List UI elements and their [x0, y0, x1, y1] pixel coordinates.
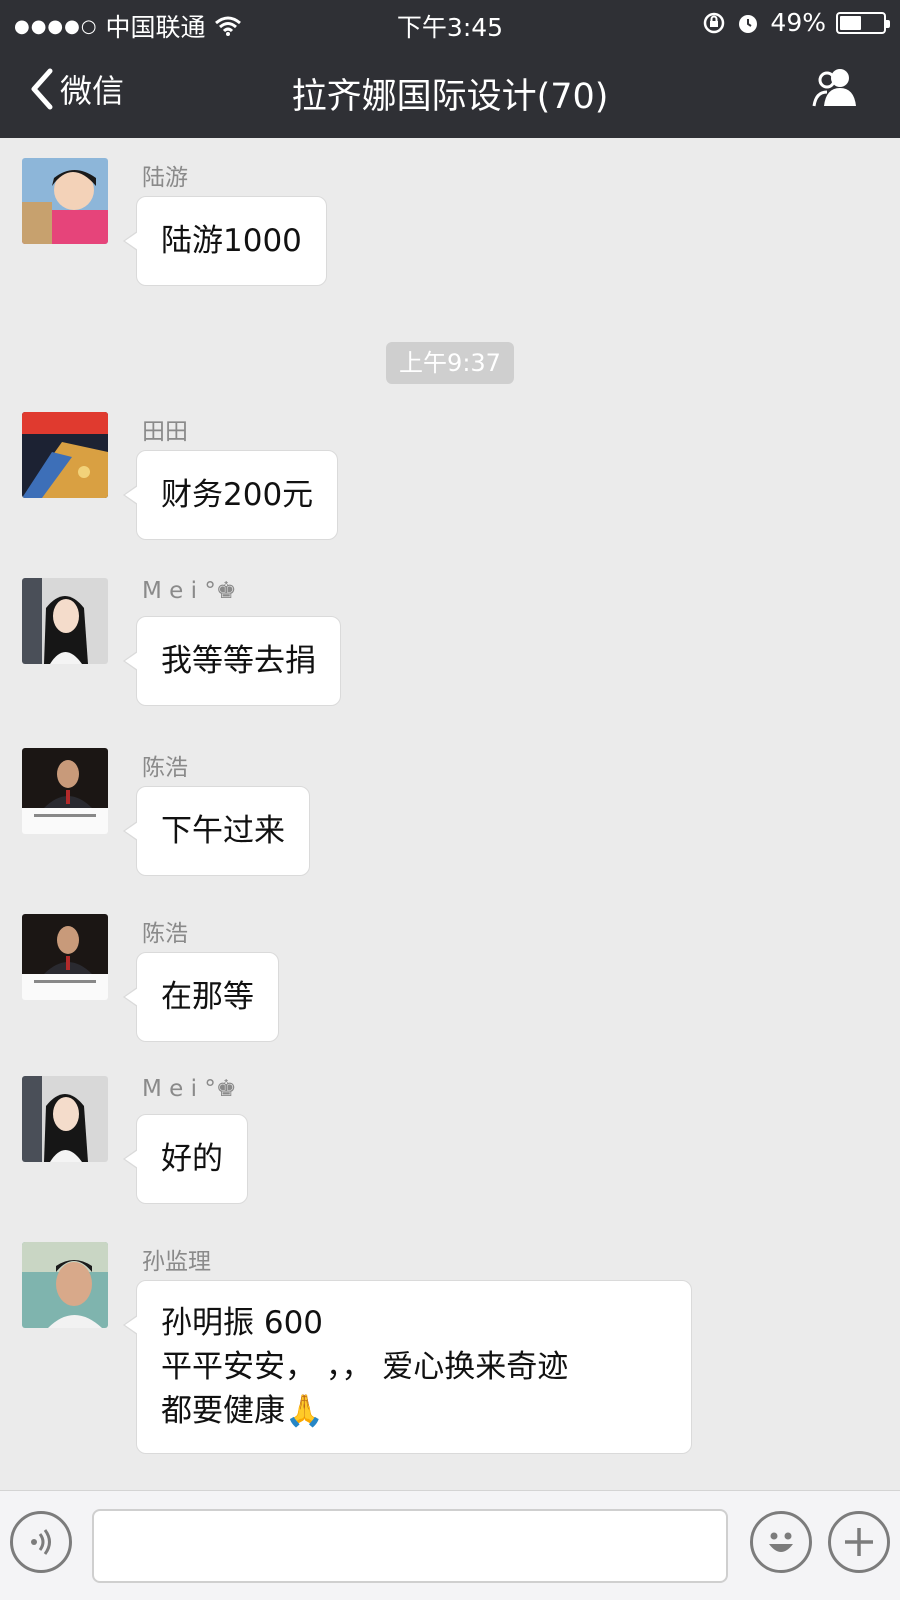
battery-icon	[836, 11, 890, 34]
message-text: 财务200元	[161, 477, 314, 513]
message-bubble[interactable]: 在那等	[123, 952, 279, 1042]
input-bar	[0, 1490, 900, 1600]
plus-icon	[845, 1528, 873, 1556]
message-text: 陆游1000	[161, 223, 302, 259]
message-input[interactable]	[92, 1509, 728, 1583]
message-bubble[interactable]: 我等等去捐	[123, 616, 341, 706]
message-bubble[interactable]: 陆游1000	[123, 196, 327, 286]
voice-button[interactable]	[10, 1511, 72, 1573]
rotation-lock-icon	[704, 12, 725, 33]
voice-icon	[31, 1529, 51, 1555]
emoji-button[interactable]	[750, 1511, 812, 1573]
avatar[interactable]	[22, 1242, 108, 1328]
sender-name: 陈浩	[142, 921, 188, 947]
message-text: 下午过来	[161, 813, 285, 849]
status-bar: ●●●●○ 中国联通 下午3:45 49%	[0, 0, 900, 46]
message-bubble[interactable]: 孙明振 600 平平安安， ，， 爱心换来奇迹 都要健康🙏	[123, 1280, 692, 1454]
sender-name: M e i °♚	[142, 578, 237, 604]
message-text: 我等等去捐	[161, 643, 316, 679]
group-members-icon	[812, 69, 856, 107]
message-text: 都要健康🙏	[161, 1393, 324, 1429]
timestamp-divider: 上午9:37	[386, 342, 514, 384]
message-bubble[interactable]: 好的	[123, 1114, 248, 1204]
avatar-image	[22, 1076, 108, 1162]
message-text: 好的	[161, 1141, 223, 1177]
avatar-image	[22, 748, 108, 834]
battery-fill	[840, 15, 861, 30]
sender-name: 陈浩	[142, 755, 188, 781]
status-right: 49%	[702, 8, 890, 37]
group-info-button[interactable]	[810, 66, 860, 114]
alarm-icon	[739, 14, 758, 33]
avatar[interactable]	[22, 158, 108, 244]
chat-area[interactable]: 陆游 陆游1000 上午9:37 田田 财务200元 M e i °♚ 我等等去…	[0, 138, 900, 1490]
message-bubble[interactable]: 财务200元	[122, 450, 339, 540]
avatar-image	[22, 578, 108, 664]
sender-name: 田田	[142, 419, 188, 445]
avatar[interactable]	[22, 1076, 108, 1162]
battery-percent: 49%	[770, 8, 826, 37]
avatar-image	[22, 412, 108, 498]
more-button[interactable]	[828, 1511, 890, 1573]
message-text: 平平安安， ，， 爱心换来奇迹	[161, 1349, 569, 1385]
avatar[interactable]	[22, 748, 108, 834]
sender-name: 陆游	[142, 165, 188, 191]
message-text: 孙明振 600	[161, 1305, 324, 1341]
avatar[interactable]	[22, 578, 108, 664]
sender-name: 孙监理	[142, 1249, 211, 1275]
battery-tip	[886, 19, 890, 28]
message-text: 在那等	[161, 979, 254, 1015]
emoji-icon	[769, 1532, 793, 1552]
avatar-image	[22, 1242, 108, 1328]
message-bubble[interactable]: 下午过来	[123, 786, 310, 876]
chat-title: 拉齐娜国际设计(70)	[291, 77, 609, 117]
avatar-image	[22, 158, 108, 244]
avatar[interactable]	[22, 914, 108, 1000]
nav-bar: 微信 拉齐娜国际设计(70)	[0, 46, 900, 138]
avatar[interactable]	[22, 412, 108, 498]
sender-name: M e i °♚	[142, 1076, 237, 1102]
avatar-image	[22, 914, 108, 1000]
